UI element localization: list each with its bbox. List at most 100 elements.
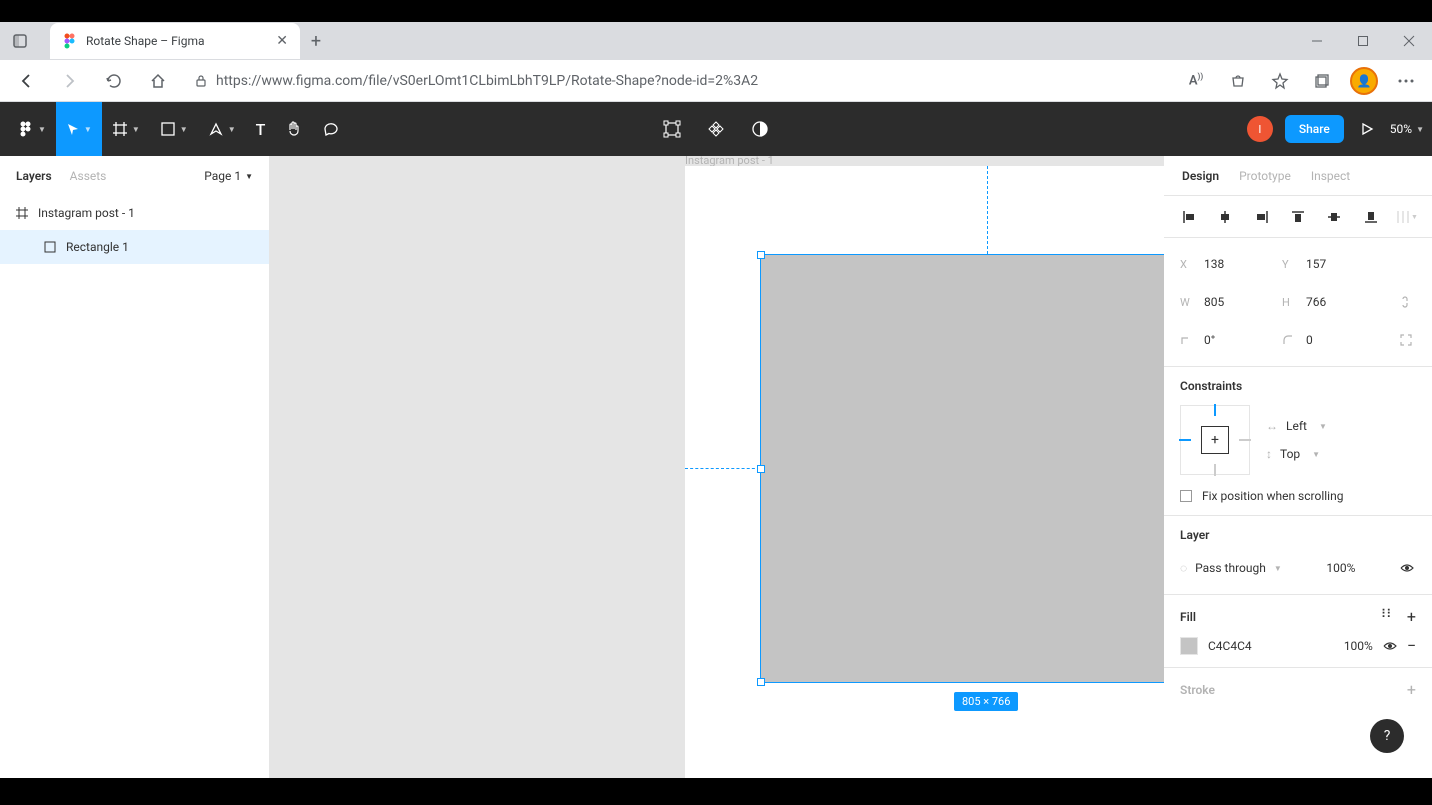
- fix-position-checkbox[interactable]: [1180, 490, 1192, 502]
- browser-tab-strip: Rotate Shape – Figma ✕ +: [0, 22, 1432, 60]
- fill-section-title: Fill: [1180, 610, 1196, 624]
- main-menu-button[interactable]: ▼: [8, 102, 56, 156]
- rectangle-icon: [44, 241, 56, 253]
- page-selector[interactable]: Page 1▼: [204, 169, 253, 183]
- browser-tab[interactable]: Rotate Shape – Figma ✕: [50, 23, 300, 59]
- home-button[interactable]: [138, 61, 178, 101]
- edit-object-button[interactable]: [653, 102, 691, 156]
- text-tool-button[interactable]: T: [246, 102, 276, 156]
- fill-style-button[interactable]: ⠸⠇: [1377, 607, 1395, 626]
- url-text[interactable]: https://www.figma.com/file/vS0erLOmt1CLb…: [216, 73, 758, 89]
- vertical-guide: [987, 166, 988, 254]
- independent-corners-button[interactable]: [1400, 334, 1416, 346]
- present-button[interactable]: [1356, 102, 1378, 156]
- fill-opacity-input[interactable]: 100%: [1344, 639, 1373, 653]
- create-component-button[interactable]: [697, 102, 735, 156]
- zoom-dropdown[interactable]: 50%▼: [1390, 122, 1424, 136]
- lock-icon: [194, 74, 208, 88]
- horizontal-guide: [685, 468, 760, 469]
- layer-opacity-input[interactable]: 100%: [1326, 561, 1355, 575]
- comment-tool-button[interactable]: [313, 102, 349, 156]
- y-label: Y: [1282, 258, 1298, 271]
- stroke-section-title: Stroke: [1180, 683, 1215, 697]
- more-button[interactable]: [1386, 61, 1426, 101]
- distribute-button[interactable]: ▼: [1396, 206, 1418, 228]
- dimensions-badge: 805 × 766: [954, 692, 1018, 711]
- layer-name-label: Rectangle 1: [66, 240, 129, 254]
- assets-tab[interactable]: Assets: [70, 169, 107, 183]
- w-input[interactable]: 805: [1204, 295, 1274, 309]
- forward-button[interactable]: [50, 61, 90, 101]
- layer-frame-row[interactable]: Instagram post - 1: [0, 196, 269, 230]
- x-label: X: [1180, 258, 1196, 271]
- h-label: H: [1282, 296, 1298, 309]
- align-vcenter-button[interactable]: [1323, 206, 1345, 228]
- constrain-proportions-button[interactable]: [1400, 295, 1416, 309]
- profile-button[interactable]: 👤: [1344, 61, 1384, 101]
- refresh-button[interactable]: [94, 61, 134, 101]
- favorites-button[interactable]: [1260, 61, 1300, 101]
- collections-button[interactable]: [1302, 61, 1342, 101]
- align-left-button[interactable]: [1178, 206, 1200, 228]
- vertical-constraint-select[interactable]: ↕Top▼: [1266, 447, 1327, 461]
- y-input[interactable]: 157: [1306, 257, 1376, 271]
- window-maximize-button[interactable]: [1340, 22, 1386, 60]
- resize-handle-bl[interactable]: [757, 678, 765, 686]
- selected-rectangle[interactable]: [760, 254, 1164, 683]
- mask-button[interactable]: [741, 102, 779, 156]
- rotation-icon: [1180, 334, 1196, 346]
- shape-tool-button[interactable]: ▼: [150, 102, 198, 156]
- remove-fill-button[interactable]: −: [1407, 636, 1416, 655]
- fill-visibility-icon[interactable]: [1383, 639, 1397, 653]
- tab-title: Rotate Shape – Figma: [86, 34, 268, 48]
- align-right-button[interactable]: [1251, 206, 1273, 228]
- layer-section-title: Layer: [1180, 528, 1416, 542]
- frame-name-label: Instagram post - 1: [38, 206, 135, 220]
- x-input[interactable]: 138: [1204, 257, 1274, 271]
- rotation-input[interactable]: 0°: [1204, 333, 1274, 347]
- align-bottom-button[interactable]: [1360, 206, 1382, 228]
- back-button[interactable]: [6, 61, 46, 101]
- align-hcenter-button[interactable]: [1214, 206, 1236, 228]
- move-tool-button[interactable]: ▼: [56, 102, 102, 156]
- hand-tool-button[interactable]: [275, 102, 313, 156]
- share-button[interactable]: Share: [1285, 115, 1344, 143]
- horizontal-constraint-select[interactable]: ↔Left▼: [1266, 419, 1327, 433]
- add-fill-button[interactable]: +: [1407, 607, 1416, 626]
- corner-radius-icon: [1282, 334, 1298, 346]
- design-panel: Design Prototype Inspect ▼ X 138 Y 157 W…: [1164, 156, 1432, 778]
- close-tab-icon[interactable]: ✕: [276, 33, 288, 49]
- resize-handle-ml[interactable]: [757, 465, 765, 473]
- fill-color-swatch[interactable]: [1180, 637, 1198, 655]
- fix-position-label: Fix position when scrolling: [1202, 489, 1343, 503]
- design-tab[interactable]: Design: [1182, 169, 1219, 183]
- align-top-button[interactable]: [1287, 206, 1309, 228]
- visibility-toggle-icon[interactable]: [1400, 561, 1416, 575]
- window-minimize-button[interactable]: [1294, 22, 1340, 60]
- frame-tool-button[interactable]: ▼: [102, 102, 150, 156]
- prototype-tab[interactable]: Prototype: [1239, 169, 1291, 183]
- constraint-widget[interactable]: +: [1180, 405, 1250, 475]
- read-aloud-button[interactable]: A)): [1176, 61, 1216, 101]
- w-label: W: [1180, 296, 1196, 309]
- layers-tab[interactable]: Layers: [16, 169, 52, 183]
- fill-color-hex[interactable]: C4C4C4: [1208, 639, 1252, 653]
- blend-mode-select[interactable]: Pass through: [1195, 561, 1266, 575]
- pen-tool-button[interactable]: ▼: [198, 102, 246, 156]
- tabs-overview-button[interactable]: [0, 22, 40, 60]
- figma-toolbar: ▼ ▼ ▼ ▼ ▼ T I Share 50%▼: [0, 102, 1432, 156]
- user-avatar[interactable]: I: [1247, 116, 1273, 142]
- blend-mode-icon: ◌: [1180, 561, 1187, 575]
- inspect-tab[interactable]: Inspect: [1311, 169, 1350, 183]
- add-stroke-button[interactable]: +: [1407, 680, 1416, 699]
- h-input[interactable]: 766: [1306, 295, 1376, 309]
- window-close-button[interactable]: [1386, 22, 1432, 60]
- resize-handle-tl[interactable]: [757, 251, 765, 259]
- shopping-icon[interactable]: [1218, 61, 1258, 101]
- help-button[interactable]: ?: [1370, 719, 1404, 753]
- browser-address-bar: https://www.figma.com/file/vS0erLOmt1CLb…: [0, 60, 1432, 102]
- new-tab-button[interactable]: +: [300, 31, 332, 52]
- layer-rectangle-row[interactable]: Rectangle 1: [0, 230, 269, 264]
- corner-radius-input[interactable]: 0: [1306, 333, 1376, 347]
- canvas[interactable]: Instagram post - 1 805 × 766 ↶: [270, 156, 1164, 778]
